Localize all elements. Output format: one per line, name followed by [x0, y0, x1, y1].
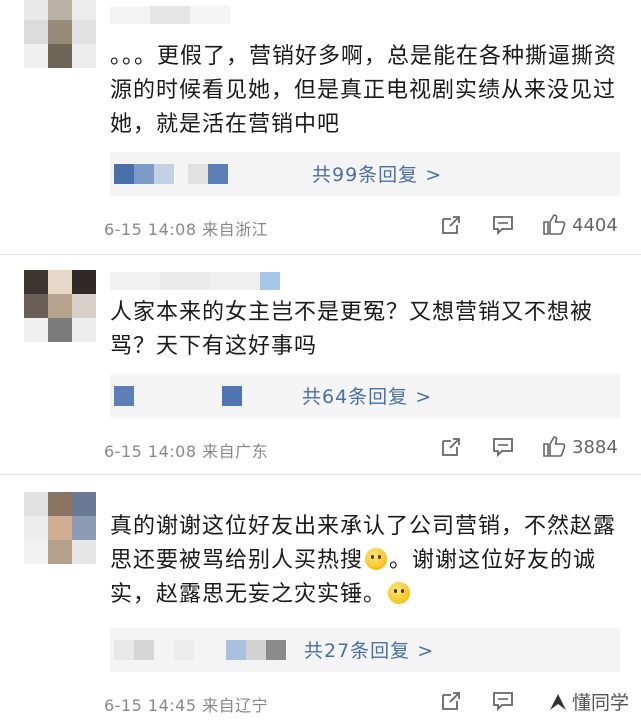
reply-avatar — [114, 640, 134, 660]
reply-avatar — [174, 640, 194, 660]
watermark-logo-icon — [549, 693, 566, 710]
avatar[interactable] — [24, 492, 96, 564]
thumbs-up-icon[interactable] — [542, 212, 566, 236]
reply-avatar — [134, 640, 154, 660]
share-icon[interactable] — [440, 436, 462, 458]
reply-avatar — [114, 386, 134, 406]
share-icon[interactable] — [440, 690, 462, 712]
share-icon[interactable] — [440, 214, 462, 236]
comment-icon[interactable] — [492, 690, 514, 712]
comment-text: 。。。更假了，营销好多啊，总是能在各种撕逼撕资源的时候看见她，但是真正电视剧实绩… — [110, 44, 618, 137]
divider — [0, 254, 641, 255]
comment-text: 人家本来的女主岂不是更冤？又想营销又不想被骂？天下有这好事吗 — [110, 300, 594, 359]
comment-icon[interactable] — [492, 214, 514, 236]
reply-avatar — [134, 164, 154, 184]
view-replies-link[interactable]: 共64条回复 > — [302, 382, 432, 409]
comment-meta: 6-15 14:45 来自辽宁 — [104, 696, 269, 715]
reply-avatar — [154, 164, 174, 184]
reply-box[interactable]: 共99条回复 > — [110, 152, 620, 196]
reply-avatar — [246, 640, 266, 660]
smile-emoji-icon — [388, 582, 411, 604]
watermark-text: 懂同学 — [571, 692, 629, 714]
reply-box[interactable]: 共64条回复 > — [110, 374, 620, 418]
avatar[interactable] — [24, 0, 96, 68]
comment-text: 真的谢谢这位好友出来承认了公司营销，不然赵露思还要被骂给别人买热搜 。谢谢这位好友… — [110, 510, 620, 612]
comment-icon[interactable] — [492, 436, 514, 458]
watermark: 懂同学 — [548, 688, 629, 715]
like-count: 3884 — [572, 437, 618, 458]
reply-box[interactable]: 共27条回复 > — [110, 628, 620, 672]
username-blurred[interactable] — [110, 6, 230, 24]
thumbs-up-icon[interactable] — [542, 434, 566, 458]
reply-avatar — [114, 164, 134, 184]
reply-avatar — [266, 640, 286, 660]
like-count: 4404 — [572, 215, 618, 236]
reply-avatar — [222, 386, 242, 406]
comment-meta: 6-15 14:08 来自浙江 — [104, 220, 269, 239]
view-replies-link[interactable]: 共99条回复 > — [312, 160, 442, 187]
avatar[interactable] — [24, 270, 96, 342]
reply-avatar — [188, 164, 208, 184]
divider — [0, 474, 641, 475]
view-replies-link[interactable]: 共27条回复 > — [304, 636, 434, 663]
reply-avatar — [208, 164, 228, 184]
comment-meta: 6-15 14:08 来自广东 — [104, 442, 269, 461]
username-blurred[interactable] — [110, 272, 280, 290]
smile-emoji-icon — [365, 548, 388, 570]
reply-avatar — [226, 640, 246, 660]
